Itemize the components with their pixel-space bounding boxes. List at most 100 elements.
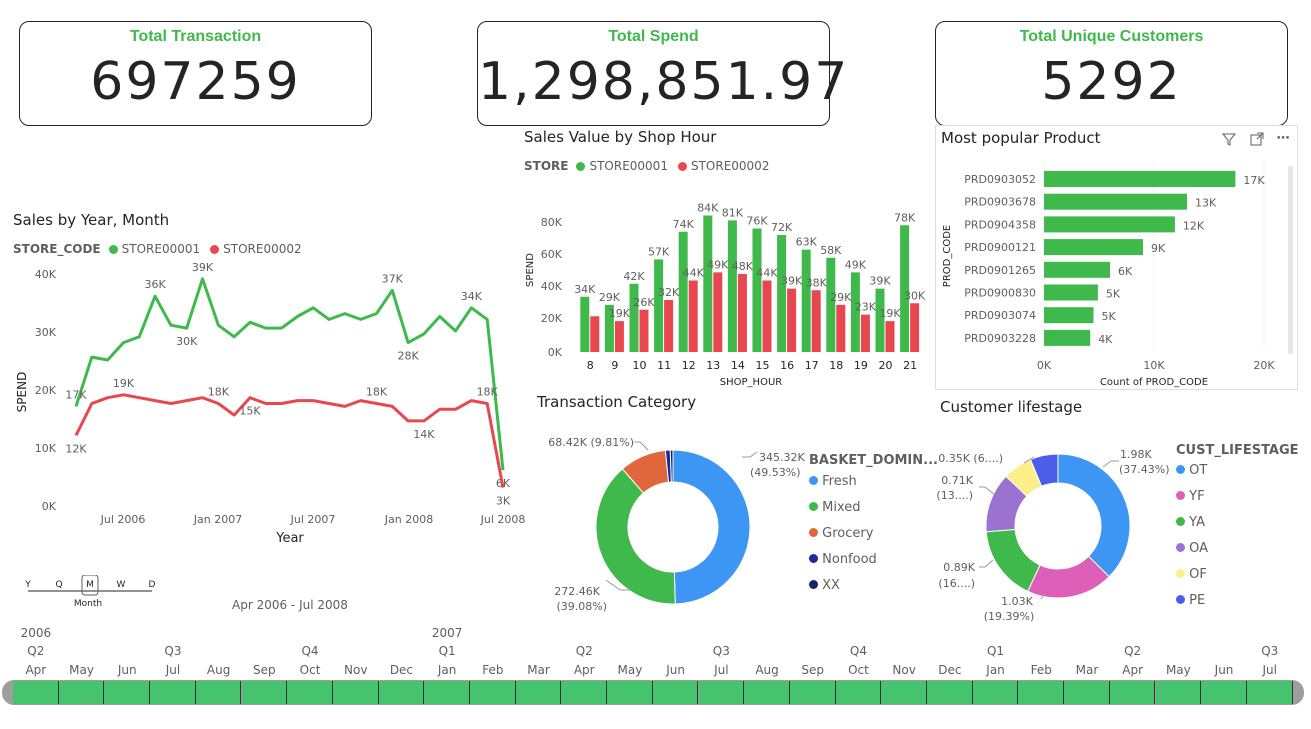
legend-item-nonfood[interactable]: Nonfood <box>809 552 938 578</box>
legend-item-xx[interactable]: XX <box>809 578 938 604</box>
legend-item-mixed[interactable]: Mixed <box>809 500 938 526</box>
bar-prd0900121[interactable] <box>1044 239 1143 256</box>
bar-store00001-17[interactable] <box>801 249 811 352</box>
data-label: 34K <box>574 283 596 296</box>
timeline-slicer[interactable]: Apr May Jun Jul Aug Sep Oct Nov Dec Jan Feb Mar Apr M… <box>0 620 1311 720</box>
line-series-store00002[interactable] <box>74 393 505 488</box>
drill-level-m[interactable]: M <box>86 580 94 590</box>
legend-item-yf[interactable]: YF <box>1176 489 1299 515</box>
bar-store00001-8[interactable] <box>580 296 590 352</box>
bar-store00002-13[interactable] <box>713 272 723 352</box>
bar-store00002-11[interactable] <box>664 300 674 352</box>
timeline-month-cell[interactable] <box>104 681 151 704</box>
timeline-month-cell[interactable] <box>1155 681 1202 704</box>
bar-store00002-8[interactable] <box>590 316 600 352</box>
bar-store00002-19[interactable] <box>860 314 870 352</box>
bar-prd0900830[interactable] <box>1044 284 1098 301</box>
bar-store00001-11[interactable] <box>654 259 664 352</box>
timeline-month-cell[interactable] <box>607 681 653 704</box>
bar-prd0904358[interactable] <box>1044 216 1175 233</box>
drill-level-y[interactable]: Y <box>24 580 31 590</box>
bar-store00002-12[interactable] <box>688 280 698 353</box>
legend-item-pe[interactable]: PE <box>1176 593 1299 619</box>
bar-store00001-18[interactable] <box>826 257 836 352</box>
data-label: 49K <box>845 258 867 271</box>
legend-item-ot[interactable]: OT <box>1176 463 1299 489</box>
focus-mode-icon[interactable] <box>1248 132 1266 150</box>
bar-store00001-14[interactable] <box>727 220 737 352</box>
legend-item-grocery[interactable]: Grocery <box>809 526 938 552</box>
filter-icon[interactable] <box>1220 132 1238 150</box>
bar-store00002-21[interactable] <box>910 303 920 352</box>
bar-prd0903678[interactable] <box>1044 193 1187 210</box>
timeline-month-cell[interactable] <box>652 681 699 704</box>
bar-store00001-15[interactable] <box>752 228 762 353</box>
more-options-icon[interactable]: ⋯ <box>1274 130 1292 148</box>
timeline-month-cell[interactable] <box>1201 681 1247 704</box>
timeline-month-cell[interactable] <box>1018 681 1065 704</box>
timeline-month-cell[interactable] <box>13 681 59 704</box>
timeline-month-cell[interactable] <box>789 681 836 704</box>
timeline-month-cell[interactable] <box>972 681 1019 704</box>
bar-store00002-17[interactable] <box>811 290 821 352</box>
scrollbar[interactable] <box>1288 166 1293 354</box>
timeline-month-cell[interactable] <box>150 681 196 704</box>
drill-level-q[interactable]: Q <box>55 580 62 590</box>
bar-prd0903074[interactable] <box>1044 307 1094 324</box>
sales-by-month-visual[interactable]: Sales by Year, Month STORE_CODE STORE000… <box>0 205 530 615</box>
bar-prd0903052[interactable] <box>1044 171 1236 187</box>
timeline-month-cell[interactable] <box>881 681 927 704</box>
timeline-month-cell[interactable] <box>195 681 242 704</box>
slice-ya[interactable] <box>985 528 1041 593</box>
drill-level-d[interactable]: D <box>149 580 156 590</box>
drill-level-slider[interactable]: Y Q M W D Month <box>22 575 162 615</box>
legend-item-fresh[interactable]: Fresh <box>809 474 938 500</box>
legend-item-ya[interactable]: YA <box>1176 515 1299 541</box>
bar-store00002-20[interactable] <box>885 321 895 352</box>
timeline-month-cell[interactable] <box>332 681 379 704</box>
timeline-month-cell[interactable] <box>1246 681 1293 704</box>
timeline-month-cell[interactable] <box>287 681 333 704</box>
bar-prd0903228[interactable] <box>1044 329 1091 346</box>
timeline-month-cell[interactable] <box>58 681 105 704</box>
kpi-card-total-transaction[interactable]: Total Transaction 697259 <box>19 21 372 126</box>
timeline-month-cell[interactable] <box>1109 681 1156 704</box>
timeline-month-cell[interactable] <box>835 681 882 704</box>
popular-product-visual[interactable]: Most popular Product PROD_CODE Count of … <box>935 125 1298 390</box>
bar-store00002-9[interactable] <box>614 321 624 352</box>
timeline-month-cell[interactable] <box>515 681 562 704</box>
bar-store00002-18[interactable] <box>836 304 846 352</box>
bar-store00002-16[interactable] <box>787 288 797 352</box>
bar-store00001-13[interactable] <box>703 215 713 353</box>
data-label: 5K <box>1106 288 1121 301</box>
timeline-month-cell[interactable] <box>1064 681 1110 704</box>
line-series-store00001[interactable] <box>74 277 505 471</box>
customer-lifestage-visual[interactable]: Customer lifestage 1.98K (37.43%) 1.03K … <box>935 395 1300 625</box>
timeline-month-cell[interactable] <box>698 681 745 704</box>
sales-by-hour-visual[interactable]: Sales Value by Shop Hour STORE STORE0000… <box>518 125 928 390</box>
slice-fresh[interactable] <box>672 449 751 605</box>
timeline-month-cell[interactable] <box>744 681 790 704</box>
bar-prd0901265[interactable] <box>1044 261 1110 278</box>
kpi-card-total-unique-customers[interactable]: Total Unique Customers 5292 <box>935 21 1288 126</box>
bar-store00002-14[interactable] <box>737 274 747 352</box>
legend-item-oa[interactable]: OA <box>1176 541 1299 567</box>
kpi-card-total-spend[interactable]: Total Spend 1,298,851.97 <box>477 21 847 126</box>
timeline-month-cell[interactable] <box>927 681 973 704</box>
drill-level-w[interactable]: W <box>117 580 126 590</box>
transaction-category-visual[interactable]: Transaction Category 345.32K (49.53%) 27… <box>530 390 938 625</box>
bar-store00002-10[interactable] <box>639 309 649 352</box>
bar-store00001-20[interactable] <box>875 288 885 352</box>
bar-store00002-15[interactable] <box>762 280 772 353</box>
timeline-month-cell[interactable] <box>241 681 288 704</box>
timeline-month-cell[interactable] <box>470 681 516 704</box>
x-tick: 14 <box>731 359 745 372</box>
bar-store00001-10[interactable] <box>629 283 639 352</box>
bar-store00001-12[interactable] <box>678 231 688 352</box>
slice-mixed[interactable] <box>595 468 676 605</box>
legend-item-of[interactable]: OF <box>1176 567 1299 593</box>
timeline-month-cell[interactable] <box>378 681 425 704</box>
bar-store00001-16[interactable] <box>777 235 787 352</box>
timeline-month-cell[interactable] <box>561 681 608 704</box>
timeline-month-cell[interactable] <box>424 681 470 704</box>
